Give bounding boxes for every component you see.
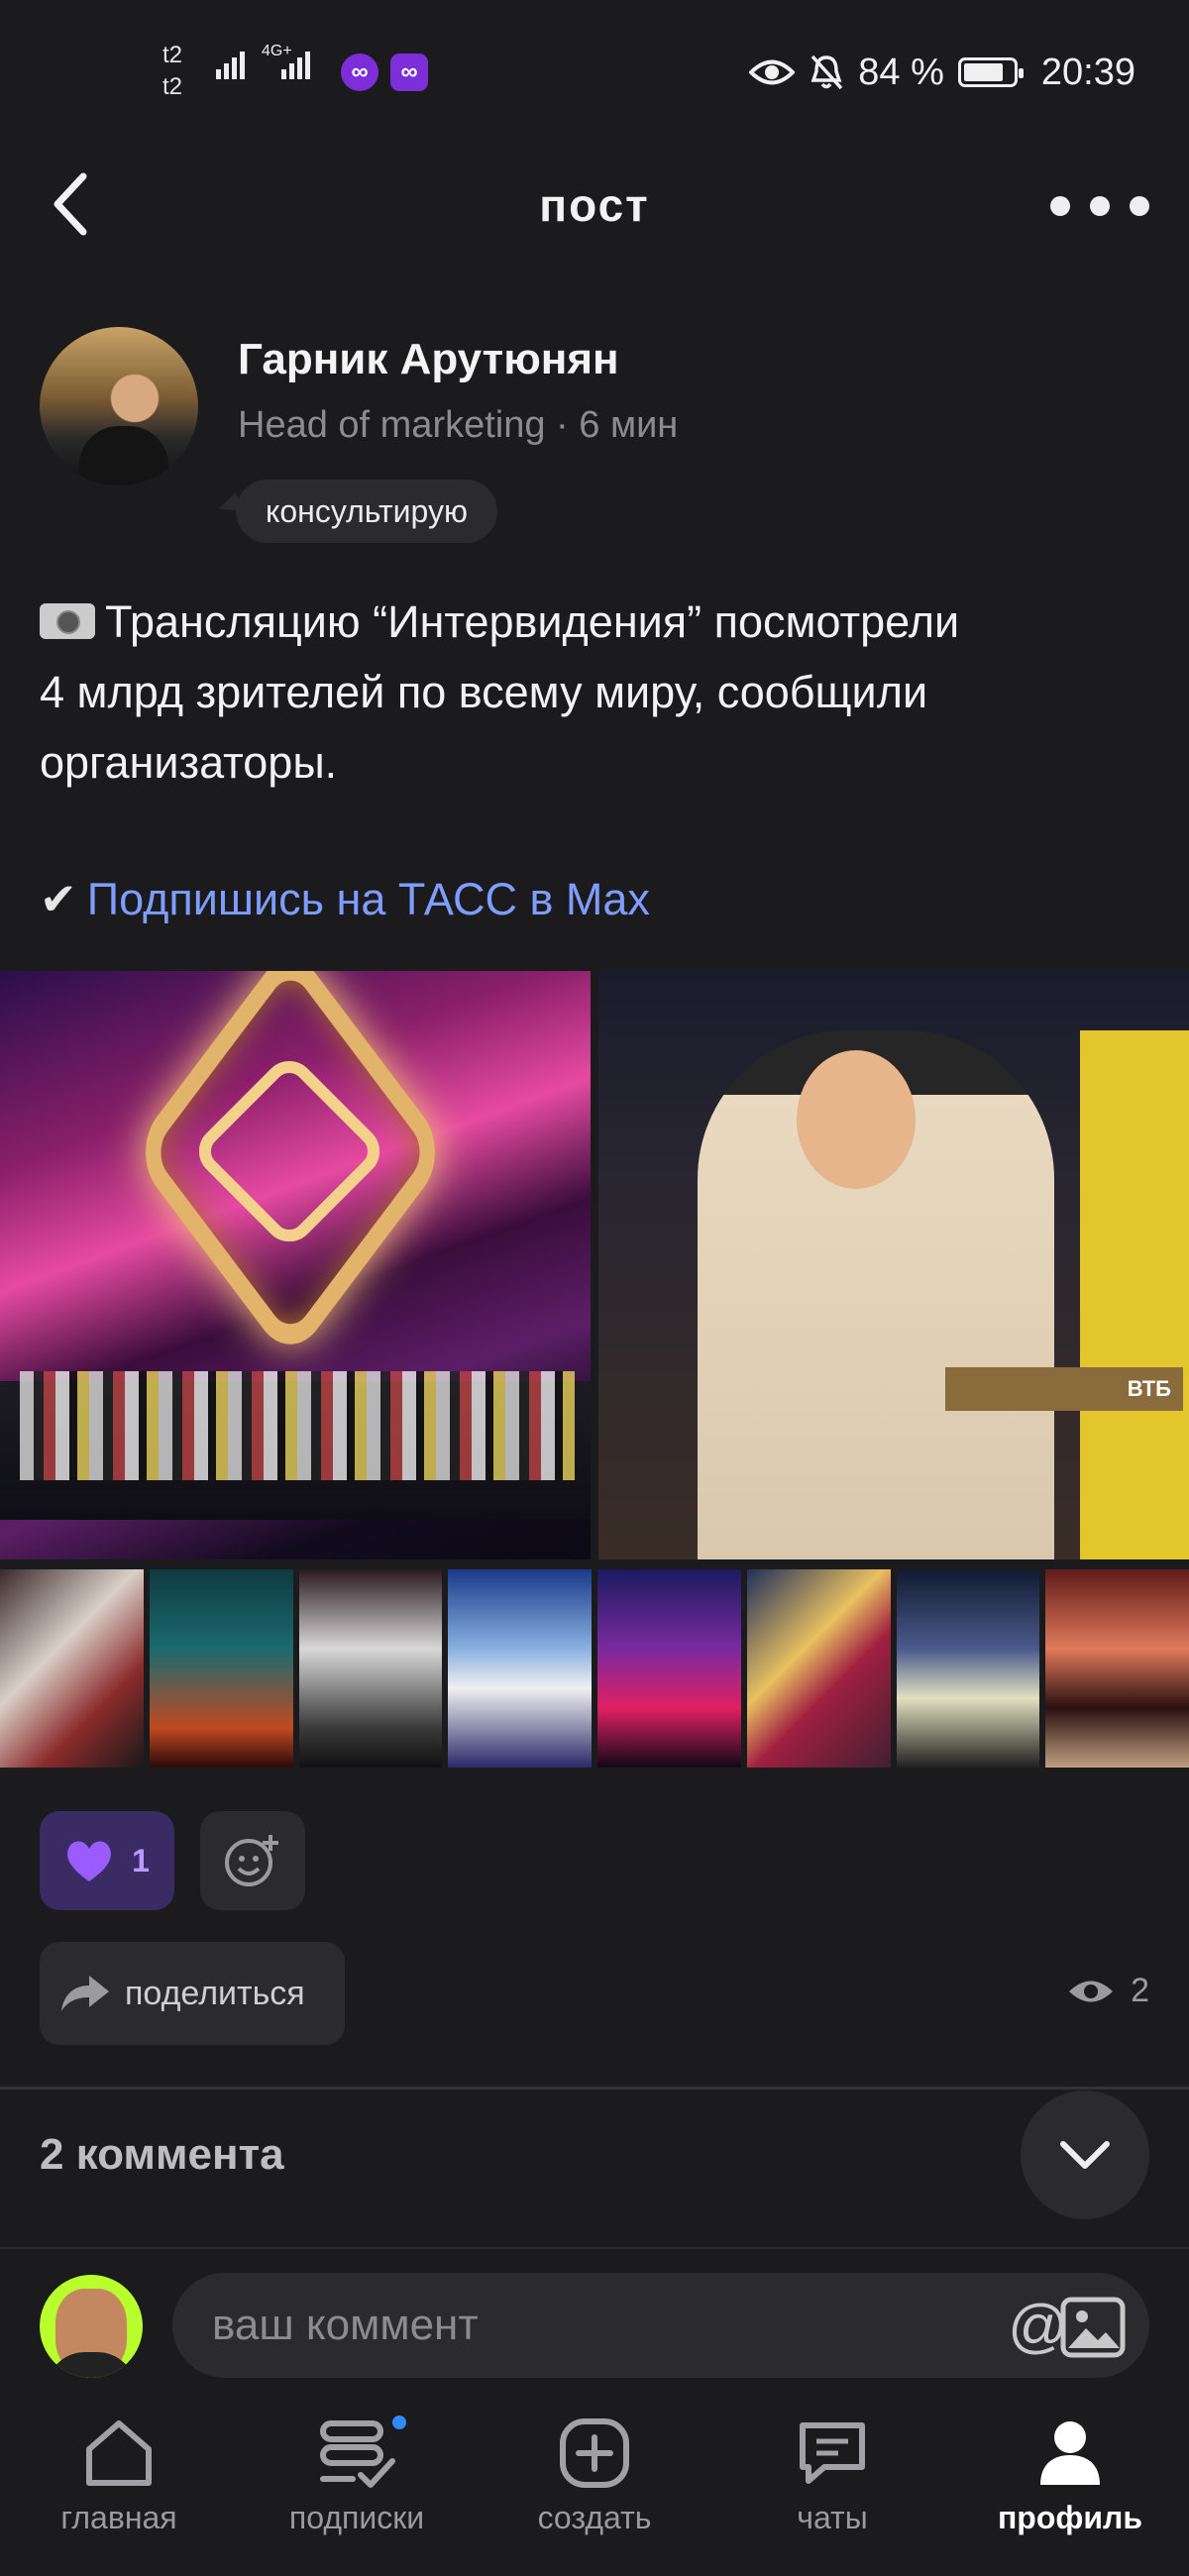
share-arrow-icon xyxy=(61,1976,109,2011)
performer-yellow xyxy=(1080,1030,1189,1559)
performers xyxy=(20,1371,575,1480)
image-thumbnails xyxy=(0,1569,1189,1768)
nav-create-label: создать xyxy=(537,2500,652,2535)
eye-icon xyxy=(1069,1981,1114,2001)
sponsor-plate: ВТБ xyxy=(945,1367,1183,1411)
thumbnail[interactable] xyxy=(1045,1569,1189,1768)
thumbnail[interactable] xyxy=(0,1569,144,1768)
nav-profile[interactable]: профиль xyxy=(951,2398,1189,2576)
home-icon xyxy=(86,2420,152,2486)
more-options-button[interactable] xyxy=(1050,186,1149,226)
chat-icon xyxy=(800,2422,865,2484)
nav-chats[interactable]: чаты xyxy=(713,2398,951,2576)
my-avatar[interactable] xyxy=(40,2275,143,2378)
more-dot xyxy=(1090,196,1110,216)
add-circle-icon xyxy=(560,2418,629,2488)
bottom-nav: главная подписки создать чаты профиль xyxy=(0,2398,1189,2576)
nav-create[interactable]: создать xyxy=(476,2398,713,2576)
subscribe-line: ✔ Подпишись на ТАСС в Max xyxy=(40,864,650,934)
avatar-figure xyxy=(79,426,168,485)
nav-subscriptions-label: подписки xyxy=(288,2500,425,2535)
divider xyxy=(0,2087,1189,2090)
subscribe-link[interactable]: Подпишись на ТАСС в Max xyxy=(87,874,650,924)
post-image-1[interactable] xyxy=(0,971,591,1559)
subscriptions-icon xyxy=(320,2420,395,2488)
views-counter: 2 xyxy=(1067,1972,1149,2010)
clock: 20:39 xyxy=(1040,51,1135,93)
share-label: поделиться xyxy=(125,1974,305,2012)
reaction-count: 1 xyxy=(132,1842,150,1878)
check-mark-icon: ✔ xyxy=(40,874,77,924)
nav-home-label: главная xyxy=(60,2500,177,2535)
battery-icon xyxy=(957,57,1024,87)
mute-bell-icon xyxy=(811,54,843,90)
nav-subscriptions[interactable]: подписки xyxy=(238,2398,476,2576)
carrier-1: t2 xyxy=(162,42,183,68)
thumbnail[interactable] xyxy=(597,1569,741,1768)
comment-input[interactable]: ваш коммент xyxy=(172,2273,1149,2378)
thumbnail[interactable] xyxy=(149,1569,293,1768)
nav-home[interactable]: главная xyxy=(0,2398,238,2576)
scroll-down-button[interactable] xyxy=(1021,2091,1149,2219)
comments-title: 2 коммента xyxy=(40,2130,284,2179)
thumbnail[interactable] xyxy=(746,1569,891,1768)
post-text-line-1-text: Трансляцию “Интервидения” посмотрели xyxy=(105,596,960,647)
post-text-line-1: Трансляцию “Интервидения” посмотрели xyxy=(40,587,1130,657)
status-right: 84 % 20:39 xyxy=(749,50,1135,95)
post-text-line-3: организаторы. xyxy=(40,737,338,788)
max-app-icon: ∞ xyxy=(341,54,378,91)
performer-face xyxy=(797,1050,916,1189)
author-name[interactable]: Гарник Арутюнян xyxy=(238,335,619,384)
share-button[interactable]: поделиться xyxy=(40,1942,345,2045)
page-title: пост xyxy=(539,179,650,231)
battery-fill xyxy=(963,63,1004,81)
max-app-icon-2: ∞ xyxy=(390,54,428,91)
views-count: 2 xyxy=(1131,1972,1149,2009)
status-badge: консультирую xyxy=(236,480,497,543)
eye-icon xyxy=(749,59,796,85)
heart-reaction-button[interactable]: 1 xyxy=(40,1811,174,1910)
author-avatar[interactable] xyxy=(40,327,198,485)
nav-chats-label: чаты xyxy=(797,2500,868,2535)
notification-dot xyxy=(392,2415,406,2429)
status-bar: t2 t2 4G+ ∞ ∞ 84 % 20:39 xyxy=(0,0,1189,149)
post-text-line-2: 4 млрд зрителей по всему миру, сообщили xyxy=(40,667,928,717)
post-image-2[interactable]: ВТБ xyxy=(598,971,1189,1559)
carrier-2: t2 xyxy=(162,73,183,100)
signal-icon-2 xyxy=(281,52,313,79)
camera-icon xyxy=(40,603,95,639)
more-dots-icon xyxy=(1050,196,1070,216)
thumbnail[interactable] xyxy=(298,1569,443,1768)
signal-icon xyxy=(216,52,248,79)
back-button[interactable] xyxy=(40,166,103,242)
chevron-down-icon xyxy=(1060,2141,1110,2169)
profile-icon xyxy=(1040,2421,1100,2485)
add-reaction-button[interactable] xyxy=(200,1811,305,1910)
battery-percent: 84 % xyxy=(858,51,944,93)
post-text: Трансляцию “Интервидения” посмотрели 4 м… xyxy=(40,587,1130,798)
heart-icon xyxy=(67,1841,111,1881)
thumbnail[interactable] xyxy=(448,1569,592,1768)
thumbnail[interactable] xyxy=(896,1569,1040,1768)
author-meta: Head of marketing · 6 мин xyxy=(238,404,679,446)
carrier-labels: t2 t2 xyxy=(162,40,202,103)
nav-profile-label: профиль xyxy=(997,2500,1143,2535)
mention-button[interactable]: @ xyxy=(1008,2297,1068,2356)
more-dot xyxy=(1130,196,1149,216)
add-emoji-icon xyxy=(225,1835,278,1886)
attach-image-icon[interactable] xyxy=(1060,2297,1126,2358)
